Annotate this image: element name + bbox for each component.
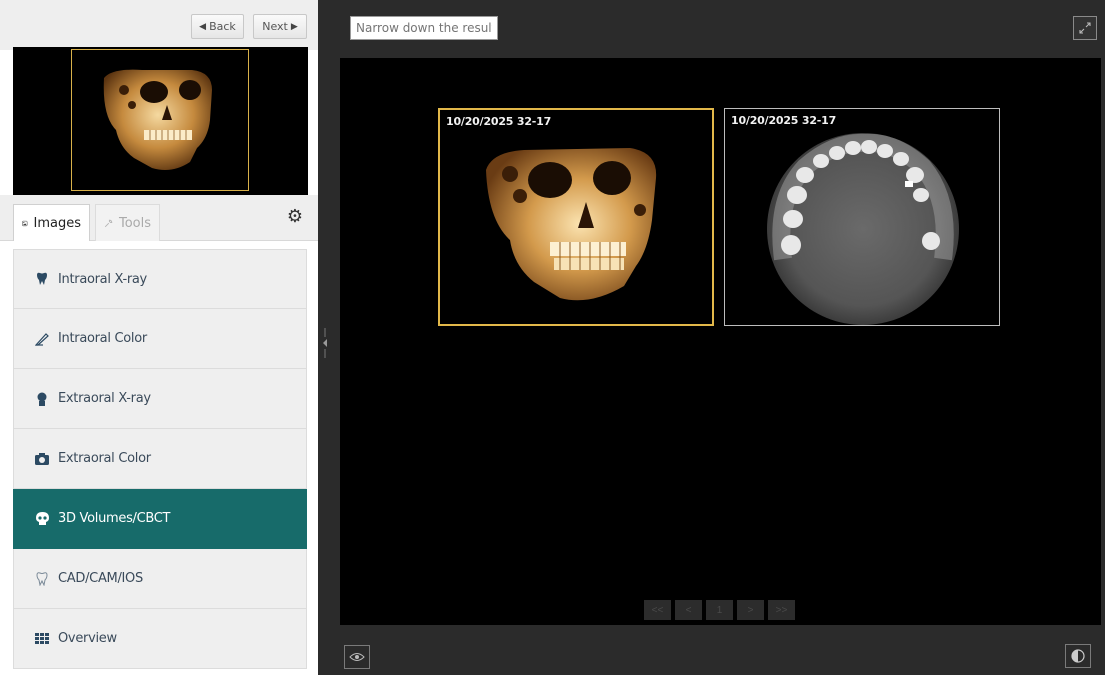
panel-splitter[interactable] [318,0,332,675]
last-page-button[interactable]: >> [768,600,795,620]
back-label: Back [209,20,236,33]
navigation-bar: ◀ Back Next ▶ [0,0,318,50]
skull-render-image [103,69,212,170]
image-viewer: 10/20/2025 32-17 10/20/2025 32-17 << < 1… [340,58,1101,625]
category-cad-cam-ios[interactable]: CAD/CAM/IOS [13,549,307,609]
tab-images[interactable]: Images [13,204,90,241]
skull-render-image [486,148,657,301]
tab-tools[interactable]: Tools [95,204,160,241]
category-label: CAD/CAM/IOS [58,571,143,586]
category-label: 3D Volumes/CBCT [58,511,171,526]
tooth-icon [35,272,49,286]
category-extraoral-xray[interactable]: Extraoral X-ray [13,369,307,429]
intraoral-camera-icon [35,332,49,346]
category-label: Intraoral X-ray [58,271,147,287]
category-label: Intraoral Color [58,331,147,346]
skull-icon [35,511,49,526]
category-intraoral-color[interactable]: Intraoral Color [13,309,307,369]
image-icon [22,220,28,226]
prev-page-button[interactable]: < [675,600,702,620]
main-area: 10/20/2025 32-17 [332,0,1105,675]
grid-icon [35,632,49,646]
first-page-button[interactable]: << [644,600,671,620]
category-label: Extraoral Color [58,451,151,466]
preview-image[interactable] [71,49,249,191]
category-extraoral-color[interactable]: Extraoral Color [13,429,307,489]
collapse-handle-icon[interactable] [322,328,328,358]
category-overview[interactable]: Overview [13,609,307,669]
contrast-icon [1071,649,1085,663]
category-intraoral-xray[interactable]: Intraoral X-ray [13,249,307,309]
contrast-button[interactable] [1065,644,1091,668]
view-toggle-button[interactable] [344,645,370,669]
triangle-left-icon: ◀ [199,21,207,32]
tooth-outline-icon [35,571,49,586]
image-date-label: 10/20/2025 32-17 [731,114,837,127]
page-number[interactable]: 1 [706,600,733,620]
next-button[interactable]: Next ▶ [253,14,307,39]
next-label: Next [262,20,288,33]
head-silhouette-icon [35,392,49,406]
expand-button[interactable] [1073,16,1097,40]
image-thumbnail[interactable]: 10/20/2025 32-17 [724,108,1000,326]
preview-panel[interactable] [13,47,308,195]
gear-icon[interactable]: ⚙ [286,207,304,225]
back-button[interactable]: ◀ Back [191,14,244,39]
pagination: << < 1 > >> [644,600,795,620]
next-page-button[interactable]: > [737,600,764,620]
category-label: Extraoral X-ray [58,391,151,406]
wrench-icon [104,219,113,227]
left-panel: ◀ Back Next ▶ Images Tools ⚙ Intraoral X… [0,0,318,675]
tab-tools-label: Tools [118,215,151,231]
search-input[interactable] [350,16,498,40]
image-date-label: 10/20/2025 32-17 [446,115,552,128]
image-thumbnail[interactable]: 10/20/2025 32-17 [438,108,714,326]
category-list: Intraoral X-ray Intraoral Color Extraora… [13,249,307,669]
triangle-right-icon: ▶ [290,21,298,32]
category-label: Overview [58,631,117,646]
category-3d-volumes-cbct[interactable]: 3D Volumes/CBCT [13,489,307,549]
bottom-toolbar [332,633,1105,675]
expand-icon [1079,22,1091,34]
cbct-slice-image [767,133,959,325]
tab-images-label: Images [33,215,82,231]
eye-icon [349,653,365,661]
camera-icon [35,452,49,466]
